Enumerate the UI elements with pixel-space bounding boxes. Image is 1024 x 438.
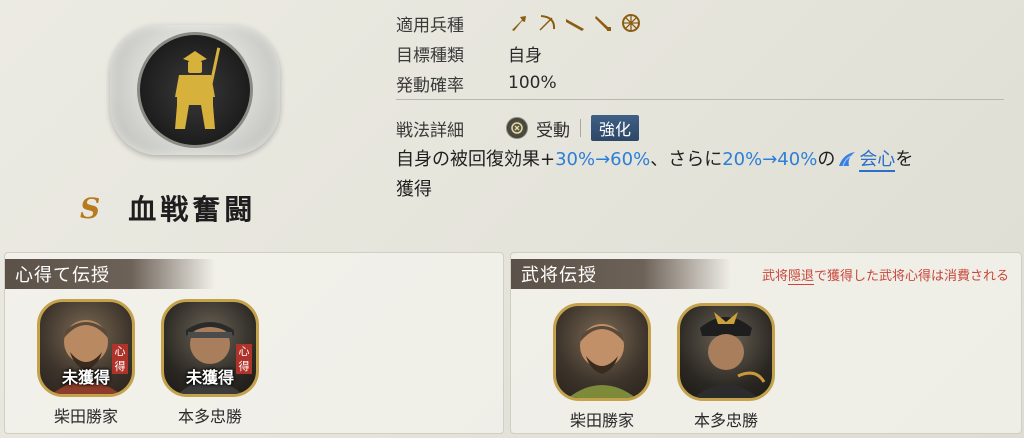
status-label: 未獲得 [61, 368, 110, 387]
general-portrait-honda[interactable] [677, 303, 775, 401]
desc-part: 獲得 [396, 179, 432, 200]
desc-part: 、さらに [650, 149, 723, 170]
desc-value: 30%→60% [555, 149, 651, 170]
rate-row: 発動確率 100% [396, 68, 1004, 98]
general-name: 柴田勝家 [53, 407, 118, 426]
emblem-frame [110, 25, 280, 155]
panel-note: 武将隠退で獲得した武将心得は消費される [761, 265, 1009, 285]
general-name: 柴田勝家 [569, 411, 634, 430]
desc-part: の [817, 149, 836, 170]
skill-emblem [100, 20, 290, 160]
troop-label: 適用兵種 [396, 15, 464, 36]
desc-part: を [895, 149, 914, 170]
skill-name: 血戦奮闘 [128, 193, 257, 226]
panel-title: 心得て伝授 [5, 259, 215, 289]
target-label: 目標種類 [396, 45, 464, 66]
general-portrait-shibata[interactable] [553, 303, 651, 401]
general-name: 本多忠勝 [177, 407, 242, 426]
spear-icon [508, 12, 530, 34]
troop-icons [508, 12, 642, 34]
critical-link[interactable]: 会心 [859, 149, 896, 172]
desc-value: 20%→40% [722, 149, 818, 170]
critical-icon [837, 149, 857, 176]
sword-icon [592, 12, 614, 34]
troop-row: 適用兵種 [396, 8, 1004, 38]
skill-detail: 戦法詳細 受動 強化 自身の被回復効果+30%→60%、さらに20%→40%の … [396, 114, 1006, 203]
enhance-badge[interactable]: 強化 [591, 115, 640, 141]
retire-link[interactable]: 隠退 [787, 269, 814, 285]
skill-description: 自身の被回復効果+30%→60%、さらに20%→40%の 会心を 獲得 [396, 146, 1006, 203]
rate-label: 発動確率 [396, 75, 464, 96]
samurai-icon [137, 32, 253, 148]
divider [396, 99, 1004, 100]
detail-header: 戦法詳細 受動 強化 [396, 114, 1006, 142]
general-portrait-shibata[interactable]: 心得 未獲得 [37, 299, 135, 397]
note-text: で獲得した武将心得は消費される [813, 269, 1009, 284]
skill-type: 受動 [536, 120, 570, 141]
inherit-panel: 心得て伝授 心得 未獲得 柴田勝家 心得 未獲得 本多忠勝 [4, 252, 504, 434]
note-text: 武将 [761, 269, 788, 284]
separator [580, 119, 581, 137]
panel-title: 武将伝授 [511, 259, 731, 289]
horse-wheel-icon [620, 12, 642, 34]
desc-part: 自身の被回復効果+ [396, 149, 556, 170]
skill-title: S 血戦奮闘 [80, 188, 256, 228]
target-value: 自身 [508, 45, 542, 66]
general-portrait-honda[interactable]: 心得 未獲得 [161, 299, 259, 397]
general-name: 本多忠勝 [693, 411, 758, 430]
target-row: 目標種類 自身 [396, 38, 1004, 68]
status-label: 未獲得 [185, 368, 234, 387]
rate-value: 100% [508, 73, 557, 93]
bow-icon [536, 12, 558, 34]
general-inherit-panel: 武将伝授 武将隠退で獲得した武将心得は消費される 柴田勝家 本多忠勝 [510, 252, 1022, 434]
gun-icon [564, 12, 586, 34]
passive-icon [506, 117, 528, 139]
skill-grade: S [80, 191, 101, 225]
detail-label: 戦法詳細 [396, 120, 464, 141]
skill-info: 適用兵種 目標種類 自身 発動確率 100% [396, 8, 1004, 98]
